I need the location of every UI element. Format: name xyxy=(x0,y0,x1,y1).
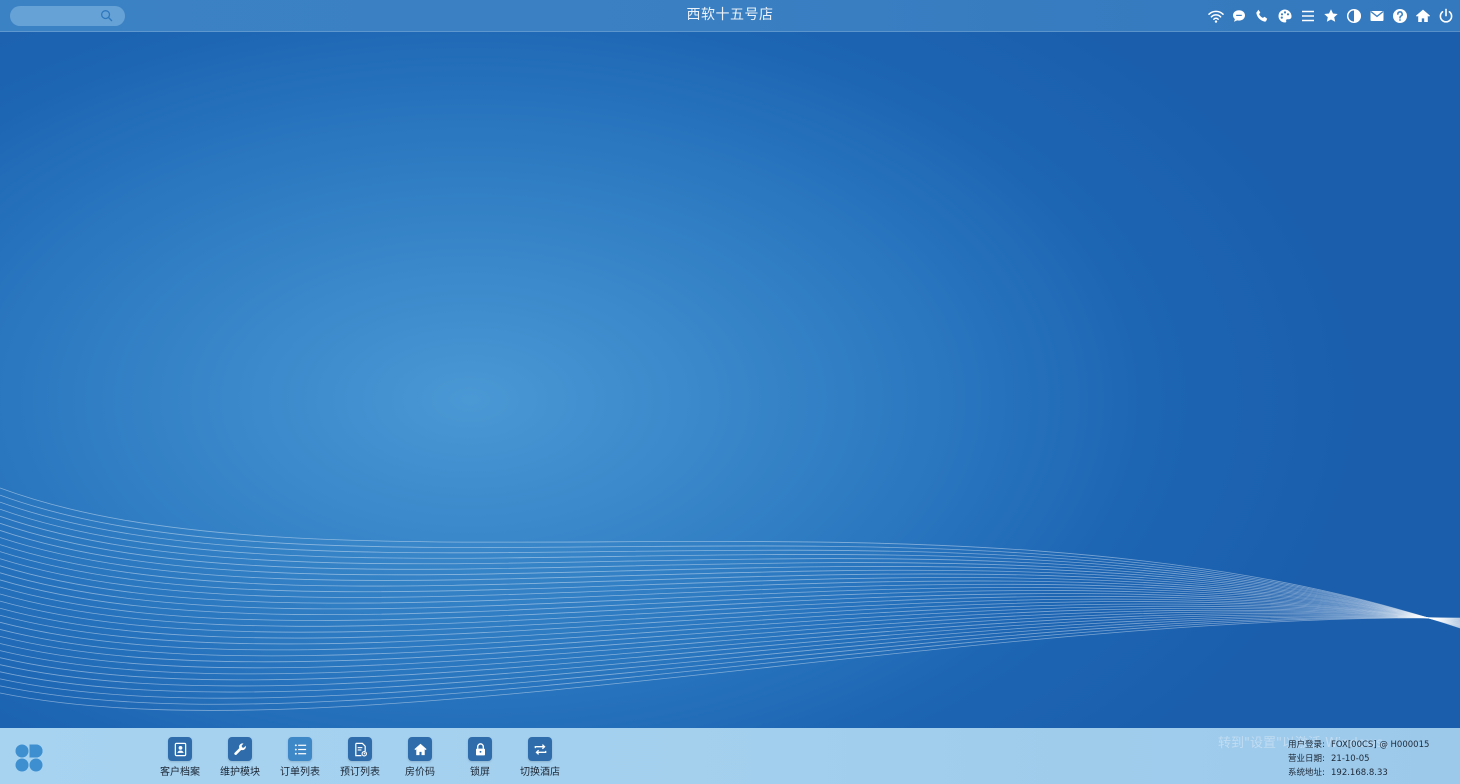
dock-item-lock-screen[interactable]: 锁屏 xyxy=(450,737,510,779)
help-icon[interactable] xyxy=(1391,8,1408,25)
dock-item-label: 预订列表 xyxy=(340,767,380,778)
list-icon xyxy=(288,737,312,761)
user-login-value: FOX[00CS] @ H000015 xyxy=(1331,740,1430,750)
system-info: 用户登录: FOX[00CS] @ H000015 营业日期: 21-10-05… xyxy=(1288,738,1429,780)
user-login-row: 用户登录: FOX[00CS] @ H000015 xyxy=(1288,738,1429,752)
top-toolbar xyxy=(1201,7,1454,25)
wifi-icon[interactable] xyxy=(1207,8,1224,25)
mail-icon[interactable] xyxy=(1368,8,1385,25)
search-icon[interactable] xyxy=(100,9,113,22)
switch-icon xyxy=(528,737,552,761)
start-menu-icon[interactable] xyxy=(13,742,45,774)
taskbar: 客户档案 维护模块 订单列表 预订列表 房价码 锁屏 切换酒店 转到"设置"以激… xyxy=(0,728,1460,784)
dock-item-booking-list[interactable]: 预订列表 xyxy=(330,737,390,779)
business-date-row: 营业日期: 21-10-05 xyxy=(1288,752,1429,766)
theme-icon[interactable] xyxy=(1345,8,1362,25)
chat-icon[interactable] xyxy=(1230,8,1247,25)
dock-item-label: 房价码 xyxy=(405,767,435,778)
dock-item-switch-hotel[interactable]: 切换酒店 xyxy=(510,737,570,779)
dock: 客户档案 维护模块 订单列表 预订列表 房价码 锁屏 切换酒店 xyxy=(150,737,570,779)
wave-line xyxy=(0,605,1460,651)
star-icon[interactable] xyxy=(1322,8,1339,25)
wave-decoration xyxy=(0,487,1460,711)
system-address-label: 系统地址: xyxy=(1288,768,1325,778)
wrench-icon xyxy=(228,737,252,761)
lock-icon xyxy=(468,737,492,761)
system-address-value: 192.168.8.33 xyxy=(1331,768,1388,778)
dock-item-label: 维护模块 xyxy=(220,767,260,778)
dock-item-label: 切换酒店 xyxy=(520,767,560,778)
dock-item-label: 客户档案 xyxy=(160,767,200,778)
house-icon xyxy=(408,737,432,761)
customer-profile-icon xyxy=(168,737,192,761)
palette-icon[interactable] xyxy=(1276,8,1293,25)
power-icon[interactable] xyxy=(1437,8,1454,25)
dock-item-label: 订单列表 xyxy=(280,767,320,778)
system-address-row: 系统地址: 192.168.8.33 xyxy=(1288,766,1429,780)
wave-line xyxy=(0,494,1460,629)
booking-icon xyxy=(348,737,372,761)
dock-item-room-rate-code[interactable]: 房价码 xyxy=(390,737,450,779)
dock-item-maintenance[interactable]: 维护模块 xyxy=(210,737,270,779)
business-date-label: 营业日期: xyxy=(1288,754,1325,764)
home-icon[interactable] xyxy=(1414,8,1431,25)
wave-line xyxy=(0,616,1460,693)
top-bar: 西软十五号店 xyxy=(0,0,1460,32)
dock-item-order-list[interactable]: 订单列表 xyxy=(270,737,330,779)
wave-line xyxy=(0,617,1460,711)
menu-icon[interactable] xyxy=(1299,8,1316,25)
phone-icon[interactable] xyxy=(1253,8,1270,25)
dock-item-label: 锁屏 xyxy=(470,767,490,778)
user-login-label: 用户登录: xyxy=(1288,740,1325,750)
business-date-value: 21-10-05 xyxy=(1331,754,1370,764)
dock-item-customer-profile[interactable]: 客户档案 xyxy=(150,737,210,779)
